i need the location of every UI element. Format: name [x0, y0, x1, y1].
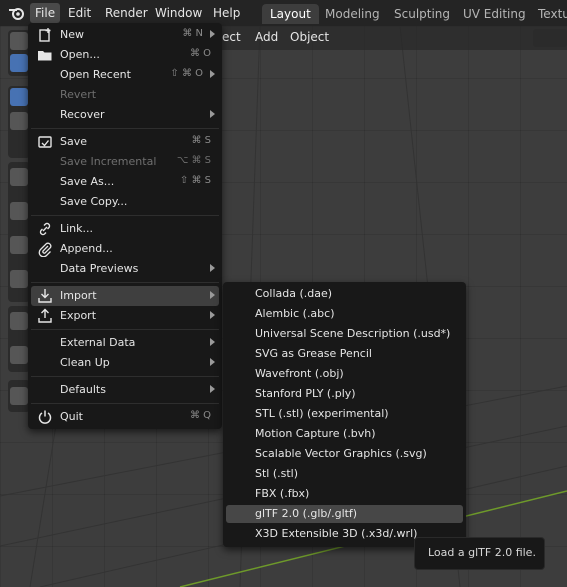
submenu-arrow-icon: [210, 70, 215, 78]
blender-logo-icon[interactable]: [8, 5, 26, 21]
import-icon: [38, 289, 52, 303]
menu-item-quit[interactable]: Quit ⌘ Q: [31, 407, 219, 427]
menu-separator: [31, 128, 219, 129]
new-file-icon: [39, 28, 51, 42]
submenu-arrow-icon: [210, 311, 215, 319]
move-tool-icon[interactable]: [10, 168, 28, 186]
save-icon: [38, 136, 52, 148]
import-item-stanford-ply[interactable]: Stanford PLY (.ply): [226, 385, 463, 403]
import-submenu: Collada (.dae) Alembic (.abc) Universal …: [223, 282, 466, 547]
submenu-arrow-icon: [210, 264, 215, 272]
import-item-svg-grease-pencil[interactable]: SVG as Grease Pencil: [226, 345, 463, 363]
menu-item-import[interactable]: Import: [31, 286, 219, 306]
tab-sculpting[interactable]: Sculpting: [386, 4, 458, 24]
tweak-tool-icon[interactable]: [10, 88, 28, 106]
toolbar-annotate: [8, 306, 30, 372]
import-item-usd[interactable]: Universal Scene Description (.usd*): [226, 325, 463, 343]
menu-separator: [31, 376, 219, 377]
menu-item-save-incremental: Save Incremental ⌥ ⌘ S: [60, 155, 211, 168]
menu-item-export[interactable]: Export: [31, 306, 219, 326]
menu-select-partial[interactable]: ect: [222, 30, 241, 44]
menu-item-save[interactable]: Save ⌘ S: [31, 132, 219, 152]
cursor-tool-icon[interactable]: [10, 112, 28, 130]
mode-icon[interactable]: [10, 32, 28, 50]
menu-item-save-copy[interactable]: Save Copy...: [31, 192, 219, 212]
submenu-arrow-icon: [210, 291, 215, 299]
menu-object[interactable]: Object: [290, 30, 329, 44]
menu-separator: [31, 329, 219, 330]
menu-item-open-recent[interactable]: Open Recent ⇧ ⌘ O: [31, 65, 219, 85]
menu-item-data-previews[interactable]: Data Previews: [31, 259, 219, 279]
tab-uv-editing[interactable]: UV Editing: [455, 4, 534, 24]
menu-item-link[interactable]: Link...: [31, 219, 219, 239]
import-item-wavefront[interactable]: Wavefront (.obj): [226, 365, 463, 383]
import-item-fbx[interactable]: FBX (.fbx): [226, 485, 463, 503]
menu-file[interactable]: File: [30, 3, 61, 23]
tab-modeling[interactable]: Modeling: [317, 4, 388, 24]
import-item-collada[interactable]: Collada (.dae): [226, 285, 463, 303]
menu-window[interactable]: Window: [150, 3, 207, 23]
annotate-tool-icon[interactable]: [10, 312, 28, 330]
import-item-gltf[interactable]: glTF 2.0 (.glb/.gltf): [226, 505, 463, 523]
submenu-arrow-icon: [210, 385, 215, 393]
file-menu: New ⌘ N Open... ⌘ O Open Recent ⇧ ⌘ O Re…: [28, 23, 222, 429]
toolbar-transform: [8, 86, 30, 158]
measure-tool-icon[interactable]: [10, 346, 28, 364]
tab-layout[interactable]: Layout: [262, 4, 319, 24]
import-item-svg[interactable]: Scalable Vector Graphics (.svg): [226, 445, 463, 463]
menu-item-clean-up[interactable]: Clean Up: [31, 353, 219, 373]
add-cube-tool-icon[interactable]: [10, 387, 28, 405]
power-icon: [38, 410, 52, 424]
import-item-alembic[interactable]: Alembic (.abc): [226, 305, 463, 323]
toolbar-tools: [8, 162, 30, 302]
import-item-stl-experimental[interactable]: STL (.stl) (experimental): [226, 405, 463, 423]
menu-item-new[interactable]: New ⌘ N: [31, 25, 219, 45]
transform-tool-icon[interactable]: [10, 270, 28, 288]
menu-add[interactable]: Add: [255, 30, 278, 44]
import-item-motion-capture[interactable]: Motion Capture (.bvh): [226, 425, 463, 443]
menu-item-defaults[interactable]: Defaults: [31, 380, 219, 400]
tooltip-text: Load a glTF 2.0 file.: [428, 546, 536, 559]
menu-render[interactable]: Render: [100, 3, 153, 23]
select-box-icon[interactable]: [10, 54, 28, 72]
menu-help[interactable]: Help: [208, 3, 245, 23]
submenu-arrow-icon: [210, 338, 215, 346]
viewport-header: ect Add Object: [210, 26, 567, 50]
menu-item-save-as[interactable]: Save As... ⇧ ⌘ S: [31, 172, 219, 192]
menu-separator: [31, 403, 219, 404]
submenu-arrow-icon: [210, 358, 215, 366]
submenu-arrow-icon: [210, 110, 215, 118]
menu-item-open[interactable]: Open... ⌘ O: [31, 45, 219, 65]
menu-item-append[interactable]: Append...: [31, 239, 219, 259]
tooltip: Load a glTF 2.0 file.: [414, 537, 545, 570]
menu-separator: [31, 215, 219, 216]
global-orientation-dropdown[interactable]: [533, 29, 567, 47]
menu-item-revert: Revert: [60, 88, 97, 101]
paperclip-icon: [38, 242, 52, 257]
menu-separator: [31, 282, 219, 283]
toolbar-top: [8, 30, 30, 76]
tab-texture[interactable]: Texture: [530, 4, 567, 24]
link-icon: [39, 222, 51, 236]
export-icon: [38, 308, 52, 323]
menu-item-recover[interactable]: Recover: [31, 105, 219, 125]
menu-edit[interactable]: Edit: [63, 3, 96, 23]
folder-icon: [38, 51, 52, 61]
scale-tool-icon[interactable]: [10, 236, 28, 254]
submenu-arrow-icon: [210, 30, 215, 38]
toolbar-add: [8, 380, 30, 412]
import-item-stl[interactable]: Stl (.stl): [226, 465, 463, 483]
menu-item-external-data[interactable]: External Data: [31, 333, 219, 353]
rotate-tool-icon[interactable]: [10, 202, 28, 220]
